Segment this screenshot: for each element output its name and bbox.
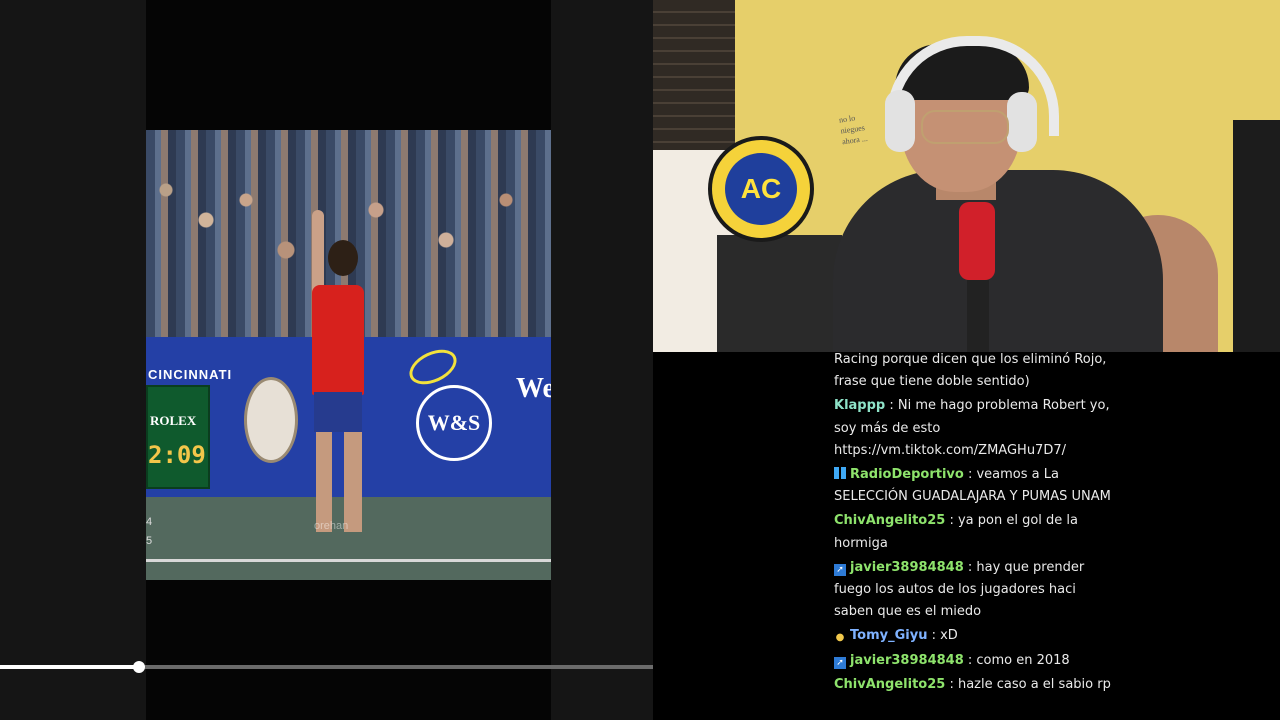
webcam-feed: AC no lo niegues ahora ... [653,0,1280,352]
video-content[interactable]: CINCINNATI ROLEX 2:09 W&S We orehan 4 5 [146,130,551,580]
video-progress-bar[interactable] [0,661,653,673]
chat-text: : como en 2018 [963,652,1070,668]
scoreboard-digits: 4 5 [146,516,153,547]
chat-username[interactable]: ChivAngelito25 [834,513,945,528]
club-logo-text: AC [725,153,797,225]
chat-text: : hazle caso a el sabio rp [945,676,1111,692]
chat-username[interactable]: javier38984848 [850,560,964,575]
chat-message: ➚ javier38984848 : como en 2018 [834,650,1114,672]
arrow-badge-icon: ➚ [834,563,846,576]
ws-logo: W&S [416,385,492,461]
clock-time: 2:09 [148,441,206,469]
chat-message: ● Tomy_Giyu : xD [834,625,1114,647]
headphones-left-cup [885,90,915,152]
grid-badge-icon [834,467,846,480]
chat-username[interactable]: ChivAngelito25 [834,677,945,692]
arrow-badge-icon: ➚ [834,656,846,669]
club-america-logo: AC [708,136,814,242]
window-blinds [653,0,735,150]
bulb-badge-icon: ● [835,632,845,644]
chat-username[interactable]: RadioDeportivo [850,467,964,482]
chat-message: ChivAngelito25 : hazle caso a el sabio r… [834,674,1114,696]
live-chat[interactable]: Racing porque dicen que los eliminó Rojo… [653,352,1280,720]
video-progress-thumb[interactable] [133,661,146,673]
video-progress-fill [0,665,140,669]
chat-message: ChivAngelito25 : ya pon el gol de la hor… [834,510,1114,554]
chat-message: Racing porque dicen que los eliminó Rojo… [834,352,1114,393]
chat-message: RadioDeportivo : veamos a La SELECCIÓN G… [834,464,1114,508]
video-frame[interactable]: CINCINNATI ROLEX 2:09 W&S We orehan 4 5 [146,0,551,720]
glasses [921,110,1009,144]
rolex-clock: ROLEX 2:09 [146,385,210,489]
streamer-body [833,170,1163,352]
player-legs [316,432,362,532]
chat-message-list[interactable]: Racing porque dicen que los eliminó Rojo… [834,352,1114,698]
cabinet [717,235,842,352]
microphone [959,202,995,280]
chat-text: Racing porque dicen que los eliminó Rojo… [834,352,1107,390]
chat-message: ➚ javier38984848 : hay que prender fuego … [834,557,1114,624]
video-watermark: orehan [314,520,349,532]
microphone-stand [967,280,989,352]
player-head [328,240,358,276]
chat-username[interactable]: Tomy_Giyu [850,628,927,643]
player-shorts [314,392,362,432]
banner-city-label: CINCINNATI [148,367,233,382]
court-baseline [146,559,551,562]
player-shirt [312,285,364,395]
chat-username[interactable]: javier38984848 [850,653,964,668]
rolex-logo: ROLEX [150,413,197,428]
chat-text: : xD [927,628,958,644]
baby-logo [244,377,298,463]
monitor [1233,120,1280,352]
banner-text-right: We [516,373,551,404]
chat-message: Klappp : Ni me hago problema Robert yo, … [834,395,1114,462]
chat-username[interactable]: Klappp [834,398,885,413]
video-player-panel[interactable]: CINCINNATI ROLEX 2:09 W&S We orehan 4 5 [0,0,653,720]
headphones-right-cup [1007,92,1037,152]
wall-sticker: no lo niegues ahora ... [838,113,869,147]
